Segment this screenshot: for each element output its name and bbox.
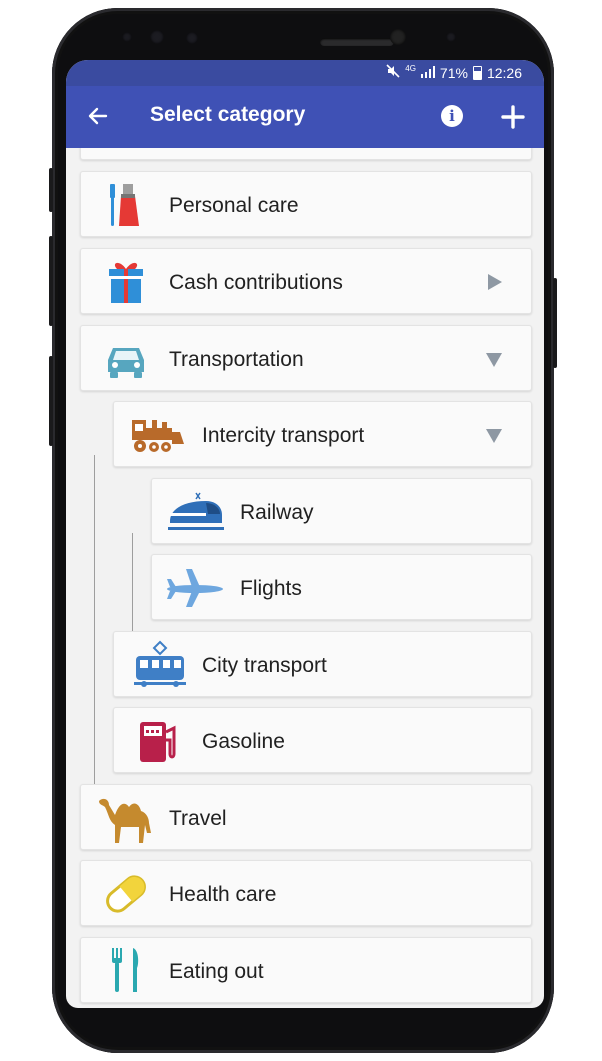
tram-icon xyxy=(132,640,188,690)
tree-line xyxy=(94,455,95,835)
category-transportation[interactable]: Transportation xyxy=(80,325,532,391)
category-label: Cash contributions xyxy=(169,271,343,294)
camel-icon xyxy=(95,793,157,843)
battery-percent: 71% xyxy=(439,65,468,81)
chevron-down-icon xyxy=(486,353,502,367)
collapse-button[interactable] xyxy=(485,426,503,444)
pill-icon xyxy=(101,869,151,919)
category-label: Intercity transport xyxy=(202,424,365,447)
sensor xyxy=(446,32,456,42)
category-personal-care[interactable]: Personal care xyxy=(80,171,532,237)
category-label: Eating out xyxy=(169,960,264,983)
category-label: Transportation xyxy=(169,348,304,371)
back-button[interactable] xyxy=(84,101,114,131)
power-button xyxy=(553,278,557,368)
category-travel[interactable]: Travel xyxy=(80,784,532,850)
category-label: Travel xyxy=(169,807,227,830)
chevron-right-icon xyxy=(488,274,502,290)
category-label: Flights xyxy=(240,577,302,600)
gift-icon xyxy=(101,257,151,307)
category-label: Railway xyxy=(240,501,314,524)
sensor xyxy=(150,30,164,44)
car-icon xyxy=(101,334,151,384)
train-icon xyxy=(166,487,226,537)
battery-icon xyxy=(472,66,482,80)
cutlery-icon xyxy=(101,946,151,996)
arrow-left-icon xyxy=(88,107,108,125)
category-intercity-transport[interactable]: Intercity transport xyxy=(113,401,532,467)
category-label: City transport xyxy=(202,654,327,677)
front-camera xyxy=(390,29,406,45)
category-label: Personal care xyxy=(169,194,299,217)
category-gasoline[interactable]: Gasoline xyxy=(113,707,532,773)
clock: 12:26 xyxy=(486,65,522,81)
category-health-care[interactable]: Health care xyxy=(80,860,532,926)
list-item[interactable] xyxy=(80,148,532,160)
status-bar: 4G 71% 12:26 xyxy=(66,60,544,86)
sensor xyxy=(122,32,132,42)
locomotive-icon xyxy=(128,410,188,460)
plus-icon xyxy=(501,105,525,129)
category-list[interactable]: Personal care Cash contributions Transpo… xyxy=(66,148,544,1008)
signal-icon xyxy=(420,65,435,81)
screen: 4G 71% 12:26 Select category i Personal … xyxy=(66,60,544,1008)
category-eating-out[interactable]: Eating out xyxy=(80,937,532,1003)
add-category-button[interactable] xyxy=(499,103,527,131)
category-city-transport[interactable]: City transport xyxy=(113,631,532,697)
network-type: 4G xyxy=(405,64,416,73)
category-flights[interactable]: Flights xyxy=(151,554,532,620)
collapse-button[interactable] xyxy=(485,350,503,368)
volume-down-button xyxy=(49,356,53,446)
airplane-icon xyxy=(164,563,226,613)
category-cash-contributions[interactable]: Cash contributions xyxy=(80,248,532,314)
expand-button[interactable] xyxy=(485,273,503,291)
category-railway[interactable]: Railway xyxy=(151,478,532,544)
mute-icon xyxy=(386,64,400,82)
category-label: Gasoline xyxy=(202,730,285,753)
bixby-button xyxy=(49,168,53,212)
app-bar: Select category i xyxy=(66,86,544,148)
info-button[interactable]: i xyxy=(441,105,463,127)
chevron-down-icon xyxy=(486,429,502,443)
category-label: Health care xyxy=(169,883,277,906)
toothbrush-icon xyxy=(101,180,151,230)
earpiece-speaker xyxy=(320,38,394,46)
info-icon: i xyxy=(449,107,455,125)
page-title: Select category xyxy=(150,103,306,126)
sensor xyxy=(186,32,198,44)
fuel-pump-icon xyxy=(134,716,184,766)
volume-button xyxy=(49,236,53,326)
